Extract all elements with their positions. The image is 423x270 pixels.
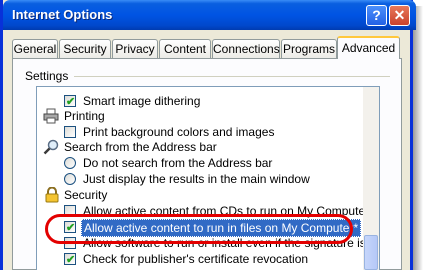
group-divider [74,76,390,77]
window-title: Internet Options [12,7,113,22]
item-label: Do not search from the Address bar [83,156,273,170]
title-bar[interactable]: Internet Options ? ✕ [3,0,416,30]
checkbox[interactable] [64,126,76,138]
window-shadow [413,6,423,270]
radio-button[interactable] [64,173,76,185]
padlock-icon [45,187,59,203]
category-label: Search from the Address bar [64,140,217,154]
tab-programs[interactable]: Programs [281,39,337,58]
item-label: Just display the results in the main win… [83,172,310,186]
list-item[interactable]: Just display the results in the main win… [37,171,377,187]
tab-content[interactable]: Content [159,39,211,58]
magnifier-icon [43,139,59,155]
checkbox[interactable]: ✔ [64,95,76,108]
scrollbar-thumb[interactable] [364,235,378,270]
list-item[interactable]: ✔ Check for publisher's certificate revo… [37,251,377,267]
tab-connections[interactable]: Connections [212,39,280,58]
list-item[interactable]: Do not search from the Address bar [37,155,377,171]
annotation-highlight-oval [45,214,353,244]
close-button[interactable]: ✕ [389,5,410,26]
tab-advanced[interactable]: Advanced [337,36,400,59]
vertical-scrollbar[interactable] [363,87,379,270]
item-label: Smart image dithering [83,94,201,108]
list-category: Security [37,187,377,203]
category-label: Security [64,188,108,202]
tab-general[interactable]: General [12,39,58,58]
tab-privacy[interactable]: Privacy [112,39,158,58]
list-item[interactable]: Print background colors and images [37,124,377,140]
item-label: Print background colors and images [83,125,275,139]
settings-group-label: Settings [25,69,69,83]
checkbox[interactable]: ✔ [64,253,76,266]
tab-security[interactable]: Security [59,39,111,58]
list-item[interactable]: ✔ Smart image dithering [37,93,377,109]
printer-icon [43,108,59,124]
list-category: Search from the Address bar [37,139,377,155]
radio-button[interactable] [64,157,76,169]
help-button[interactable]: ? [366,5,387,26]
category-label: Printing [64,109,105,123]
list-category: Printing [37,108,377,124]
item-label: Check for publisher's certificate revoca… [83,252,309,266]
